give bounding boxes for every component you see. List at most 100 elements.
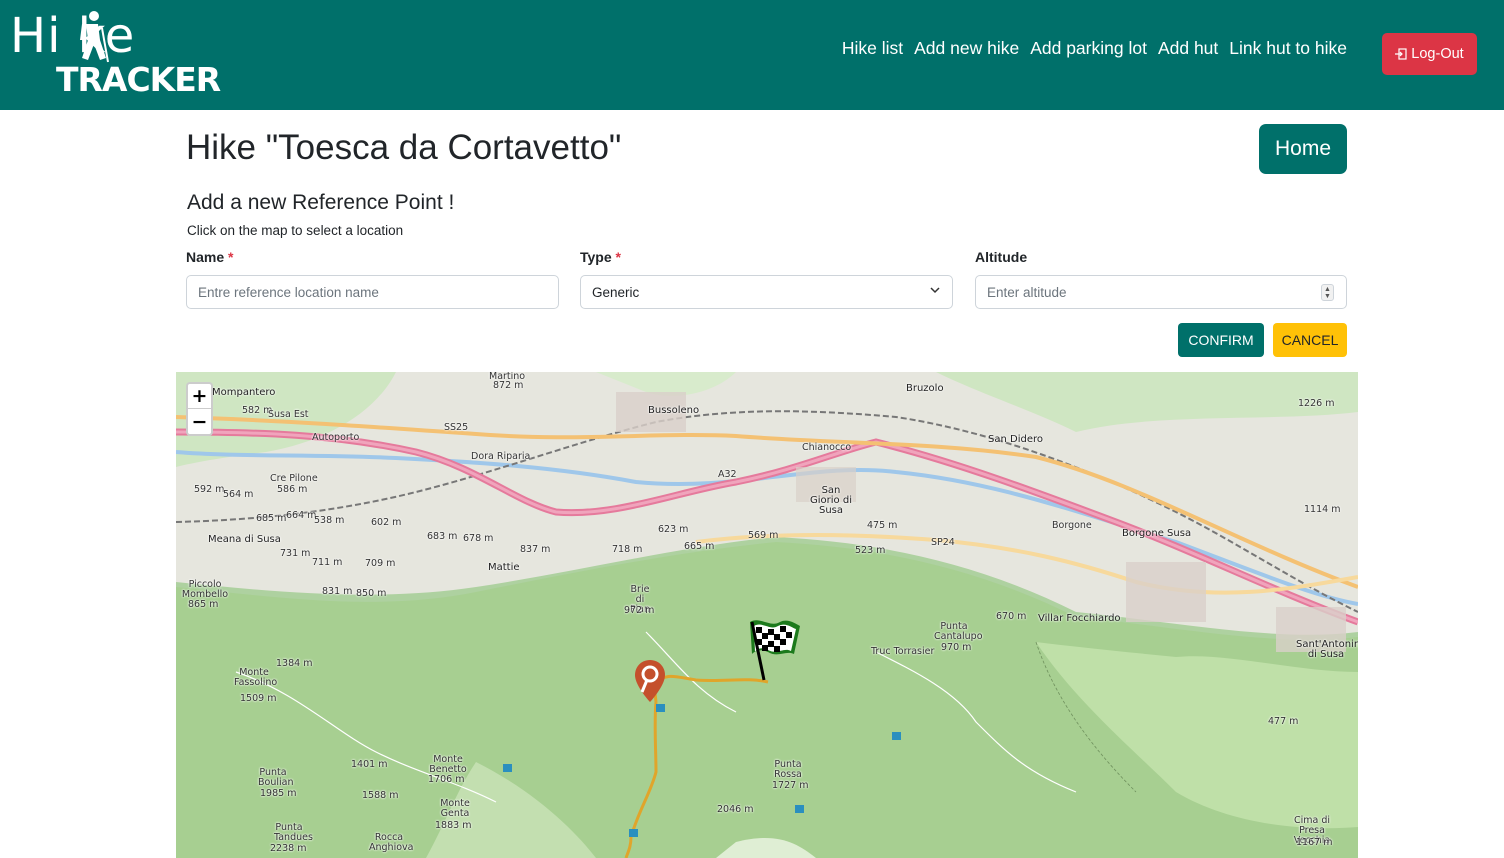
name-label: Name * [186, 249, 233, 265]
map-label: 1706 m [428, 774, 465, 785]
nav-links: Hike list Add new hike Add parking lot A… [842, 38, 1347, 59]
map-label: 685 m [256, 513, 287, 524]
map-label: 592 m [194, 484, 225, 495]
chevron-down-icon [930, 287, 940, 294]
nav-hike-list[interactable]: Hike list [842, 38, 903, 59]
logo-tracker-text: TRACKER [56, 60, 221, 99]
map-zoom-control: + − [186, 382, 213, 436]
map-label: 538 m [314, 515, 345, 526]
map-label: Rocca Anghiova [369, 832, 414, 853]
map-label: 711 m [312, 557, 343, 568]
zoom-in-button[interactable]: + [188, 384, 211, 409]
map-label: 602 m [371, 517, 402, 528]
name-label-text: Name [186, 249, 225, 265]
map-label: Punta Rossa [774, 759, 802, 780]
section-title: Add a new Reference Point ! [187, 191, 455, 214]
map-label: 837 m [520, 544, 551, 555]
map-label: Punta Cantalupo [934, 621, 983, 642]
altitude-label-text: Altitude [975, 249, 1028, 265]
type-select-value: Generic [592, 284, 640, 300]
home-button[interactable]: Home [1259, 124, 1347, 174]
required-mark: * [615, 249, 621, 265]
map-label: Sant'Antonino di Susa [1296, 639, 1358, 660]
map-label: 2238 m [270, 843, 307, 854]
nav-add-new-hike[interactable]: Add new hike [914, 38, 1019, 59]
logout-button[interactable]: Log-Out [1382, 33, 1477, 75]
cancel-button[interactable]: CANCEL [1273, 323, 1347, 357]
map[interactable]: Mompantero 582 m Susa Est Martino 872 m … [176, 372, 1358, 858]
nav-add-hut[interactable]: Add hut [1158, 38, 1218, 59]
map-label: A32 [718, 469, 737, 480]
map-label: 850 m [356, 588, 387, 599]
map-label: Punta Tandues [274, 822, 313, 843]
map-label: San Giorio di Susa [810, 485, 852, 516]
name-input[interactable]: Entre reference location name [186, 275, 559, 309]
map-label: 1509 m [240, 693, 277, 704]
map-label: 586 m [277, 484, 308, 495]
map-label: 1883 m [435, 820, 472, 831]
type-select[interactable]: Generic [580, 275, 953, 309]
map-label: 623 m [658, 524, 689, 535]
confirm-button[interactable]: CONFIRM [1178, 323, 1264, 357]
map-label: Piccolo Mombello [181, 579, 229, 600]
map-label: Borgone Susa [1122, 528, 1192, 539]
type-label: Type * [580, 249, 621, 265]
map-label: Monte Benetto [429, 754, 467, 775]
map-label: 475 m [867, 520, 898, 531]
page-title: Hike "Toesca da Cortavetto" [186, 128, 622, 167]
map-label: Chianocco [802, 442, 852, 453]
map-label: 683 m [427, 531, 458, 542]
map-label: 1384 m [276, 658, 313, 669]
map-label: 1588 m [362, 790, 399, 801]
map-label: Punta Boulian [258, 767, 294, 788]
altitude-placeholder: Enter altitude [987, 284, 1067, 300]
navbar: Hi ke TRACKER Hike list Add new hike Add… [0, 0, 1504, 110]
map-label: 970 m [941, 642, 972, 653]
map-label: 831 m [322, 586, 353, 597]
type-label-text: Type [580, 249, 612, 265]
map-label: 865 m [188, 599, 219, 610]
altitude-input[interactable]: Enter altitude ▲ ▼ [975, 275, 1347, 309]
map-label: 718 m [612, 544, 643, 555]
map-label: 569 m [748, 530, 779, 541]
map-label: 670 m [996, 611, 1027, 622]
map-hint: Click on the map to select a location [187, 223, 404, 238]
nav-add-parking-lot[interactable]: Add parking lot [1030, 38, 1147, 59]
map-label: Borgone [1052, 520, 1092, 531]
altitude-label: Altitude [975, 249, 1027, 265]
map-label: Mompantero [212, 387, 276, 398]
name-placeholder: Entre reference location name [198, 284, 379, 300]
zoom-out-button[interactable]: − [188, 409, 211, 434]
map-label: SS25 [444, 422, 469, 433]
finish-flag-icon[interactable] [744, 614, 804, 684]
map-label: 872 m [493, 380, 524, 391]
map-label: 1114 m [1304, 504, 1341, 515]
map-label: 1727 m [772, 780, 809, 791]
map-label: Monte Fassolino [234, 667, 278, 688]
altitude-spinner[interactable]: ▲ ▼ [1321, 284, 1334, 301]
map-label: 731 m [280, 548, 311, 559]
map-label: Autoporto [312, 432, 360, 443]
map-label: 678 m [463, 533, 494, 544]
start-location-pin-icon[interactable] [633, 658, 667, 704]
map-label: Bruzolo [906, 383, 944, 394]
map-label: Truc Torrasier [871, 646, 935, 657]
map-label: 664 m [286, 510, 317, 521]
map-label: 1167 m [1296, 837, 1333, 848]
map-label: 523 m [855, 545, 886, 556]
logout-icon [1395, 48, 1407, 60]
map-label: 564 m [223, 489, 254, 500]
map-label: 2046 m [717, 804, 754, 815]
required-mark: * [228, 249, 234, 265]
map-label: 1226 m [1298, 398, 1335, 409]
map-label: Meana di Susa [208, 534, 281, 545]
nav-link-hut-to-hike[interactable]: Link hut to hike [1229, 38, 1347, 59]
map-label: Susa Est [268, 409, 309, 420]
map-label: 709 m [365, 558, 396, 569]
map-label: San Didero [988, 434, 1043, 445]
map-label: 1985 m [260, 788, 297, 799]
map-label: Mattie [488, 562, 520, 573]
map-label: SP24 [931, 537, 955, 548]
hike-tracker-logo[interactable]: Hi ke TRACKER [10, 8, 221, 104]
map-label: 1401 m [351, 759, 388, 770]
